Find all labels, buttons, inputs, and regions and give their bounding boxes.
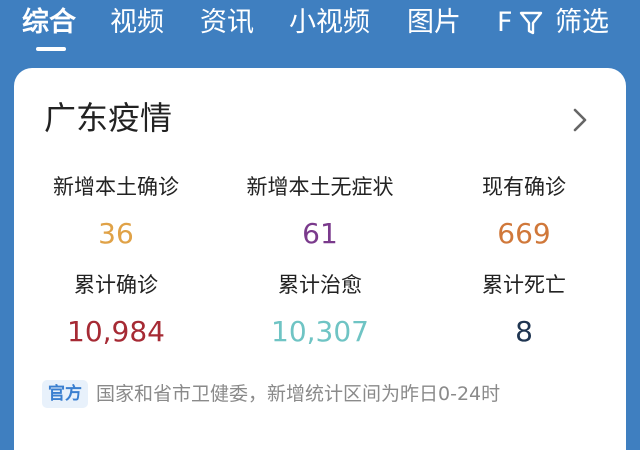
stat-label: 现有确诊 [482, 175, 566, 199]
tab-partial[interactable]: F [497, 3, 513, 43]
stat-total-deaths: 累计死亡 8 [424, 270, 624, 352]
stat-label: 累计治愈 [278, 273, 362, 297]
tab-video[interactable]: 视频 [110, 3, 164, 43]
epidemic-card[interactable]: 广东疫情 新增本土确诊 36 新增本土无症状 61 现有确诊 669 累计确诊 … [14, 68, 626, 450]
tab-filter[interactable]: 筛选 [555, 3, 609, 43]
tab-comprehensive[interactable]: 综合 [22, 3, 76, 43]
stat-value: 10,984 [67, 315, 165, 348]
stat-value: 10,307 [271, 315, 369, 348]
stat-label: 新增本土无症状 [246, 175, 394, 199]
stat-value: 61 [302, 217, 338, 250]
stat-total-confirmed: 累计确诊 10,984 [16, 270, 216, 352]
stat-label: 累计确诊 [74, 273, 158, 297]
stat-new-local-confirmed: 新增本土确诊 36 [16, 172, 216, 254]
stat-current-confirmed: 现有确诊 669 [424, 172, 624, 254]
stat-new-local-asymptomatic: 新增本土无症状 61 [220, 172, 420, 254]
filter-icon[interactable] [519, 10, 543, 36]
chevron-right-icon[interactable] [570, 106, 590, 134]
tab-news[interactable]: 资讯 [200, 3, 254, 43]
tab-images[interactable]: 图片 [407, 3, 461, 43]
stat-label: 累计死亡 [482, 273, 566, 297]
stat-label: 新增本土确诊 [53, 175, 179, 199]
tab-short-video[interactable]: 小视频 [289, 3, 370, 43]
stat-value: 669 [497, 217, 551, 250]
stat-value: 8 [515, 315, 533, 348]
active-tab-indicator [36, 47, 66, 51]
stat-value: 36 [98, 217, 134, 250]
top-tab-bar: 综合 视频 资讯 小视频 图片 F 筛选 [0, 0, 640, 62]
stat-total-cured: 累计治愈 10,307 [220, 270, 420, 352]
card-title: 广东疫情 [44, 99, 173, 137]
source-badge: 官方 [42, 380, 88, 408]
source-text: 国家和省市卫健委，新增统计区间为昨日0-24时 [96, 383, 501, 405]
